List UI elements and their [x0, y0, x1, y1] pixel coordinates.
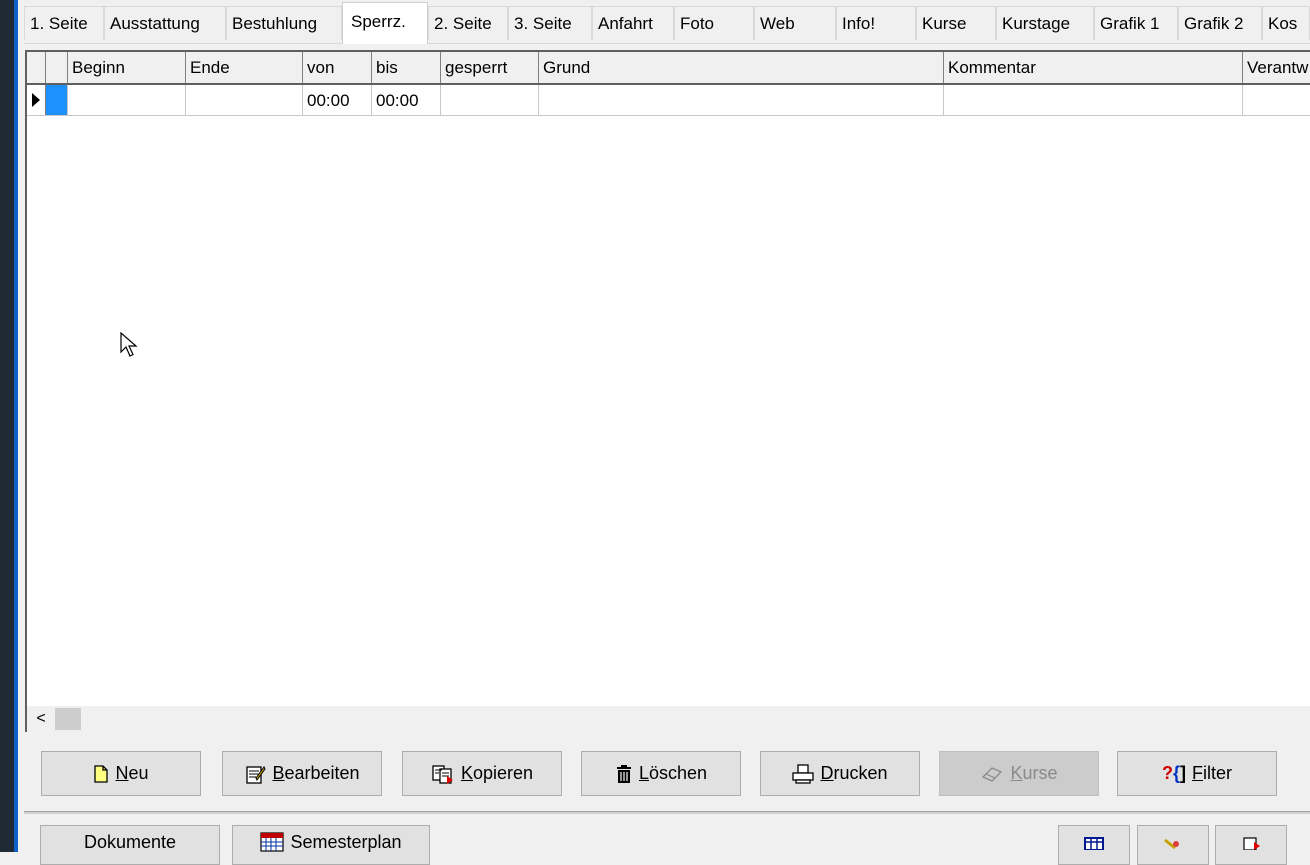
bearbeiten-button-label: Bearbeiten: [272, 763, 360, 783]
cell-ende[interactable]: [186, 85, 303, 115]
tools-icon: [1164, 838, 1179, 850]
tab-grafik-2[interactable]: Grafik 2: [1178, 6, 1262, 40]
printer-icon: [792, 763, 815, 784]
selected-cell[interactable]: [46, 85, 68, 115]
dokumente-button-label: Dokumente: [83, 832, 177, 852]
kopieren-button[interactable]: Kopieren: [402, 751, 562, 796]
cell-kommentar[interactable]: [944, 85, 1243, 115]
column-header-gesperrt[interactable]: gesperrt: [441, 52, 539, 83]
sperrzeiten-grid[interactable]: Beginn Ende von bis gesperrt Grund Komme…: [25, 50, 1310, 732]
column-header-ende[interactable]: Ende: [186, 52, 303, 83]
column-header-verantwortlich[interactable]: Verantw: [1243, 52, 1310, 83]
tab-foto[interactable]: Foto: [674, 6, 754, 40]
eraser-icon: [982, 766, 1003, 782]
kurse-button-label: Kurse: [1010, 763, 1058, 783]
column-header-bis[interactable]: bis: [372, 52, 441, 83]
mouse-cursor-icon: [120, 332, 138, 357]
button-separator: [24, 811, 1310, 814]
cell-von[interactable]: 00:00: [303, 85, 372, 115]
cell-beginn[interactable]: [68, 85, 186, 115]
neu-button-label: Neu: [115, 763, 149, 783]
tab-kosten[interactable]: Kos: [1262, 6, 1310, 40]
column-header-von[interactable]: von: [303, 52, 372, 83]
cell-grund[interactable]: [539, 85, 944, 115]
tab-bestuhlung[interactable]: Bestuhlung: [226, 6, 342, 40]
table-row[interactable]: 00:00 00:00: [27, 85, 1310, 116]
filter-button-label: Filter: [1192, 763, 1233, 783]
tab-sperrz[interactable]: Sperrz.: [342, 2, 428, 44]
tab-1-seite[interactable]: 1. Seite: [24, 6, 104, 40]
loeschen-button-label: Löschen: [638, 763, 708, 783]
drucken-button[interactable]: Drucken: [760, 751, 920, 796]
new-document-icon: [94, 764, 109, 783]
neu-button[interactable]: Neu: [41, 751, 201, 796]
loeschen-button[interactable]: Löschen: [581, 751, 741, 796]
semesterplan-button[interactable]: Semesterplan: [232, 825, 430, 865]
cell-verantwortlich[interactable]: [1243, 85, 1310, 115]
kurse-button[interactable]: Kurse: [939, 751, 1099, 796]
grid-header: Beginn Ende von bis gesperrt Grund Komme…: [27, 52, 1310, 85]
column-header-beginn[interactable]: Beginn: [68, 52, 186, 83]
tab-anfahrt[interactable]: Anfahrt: [592, 6, 674, 40]
scroll-thumb[interactable]: [55, 708, 81, 730]
calendar-icon: [260, 832, 285, 852]
tab-kurse[interactable]: Kurse: [916, 6, 996, 40]
column-header-grund[interactable]: Grund: [539, 52, 944, 83]
current-row-indicator: [27, 85, 46, 115]
horizontal-scrollbar[interactable]: <: [27, 706, 1310, 732]
tab-web[interactable]: Web: [754, 6, 836, 40]
export-button[interactable]: [1215, 825, 1287, 865]
tab-strip-baseline: [24, 43, 1310, 44]
window-accent-border: [14, 0, 18, 852]
bearbeiten-button[interactable]: Bearbeiten: [222, 751, 382, 796]
cell-bis[interactable]: 00:00: [372, 85, 441, 115]
document-export-icon: [1243, 837, 1260, 850]
table-icon: [1084, 837, 1104, 850]
tab-3-seite[interactable]: 3. Seite: [508, 6, 592, 40]
scroll-left-icon[interactable]: <: [31, 708, 51, 730]
tab-info[interactable]: Info!: [836, 6, 916, 40]
copy-icon: [432, 764, 453, 784]
row-pointer-icon: [32, 93, 40, 107]
header-indicator-cell: [27, 52, 46, 83]
cell-gesperrt[interactable]: [441, 85, 539, 115]
column-header-kommentar[interactable]: Kommentar: [944, 52, 1243, 83]
tab-kurstage[interactable]: Kurstage: [996, 6, 1094, 40]
kopieren-button-label: Kopieren: [460, 763, 534, 783]
trash-icon: [616, 764, 631, 783]
filter-icon: ?{]: [1161, 763, 1186, 783]
grid-view-button[interactable]: [1058, 825, 1130, 865]
tools-button[interactable]: [1137, 825, 1209, 865]
filter-button[interactable]: ?{] Filter: [1117, 751, 1277, 796]
drucken-button-label: Drucken: [820, 763, 888, 783]
edit-document-icon: [246, 765, 267, 784]
tab-2-seite[interactable]: 2. Seite: [428, 6, 508, 40]
dokumente-button[interactable]: Dokumente: [40, 825, 220, 865]
tab-ausstattung[interactable]: Ausstattung: [104, 6, 226, 40]
header-select-cell: [46, 52, 68, 83]
tab-grafik-1[interactable]: Grafik 1: [1094, 6, 1178, 40]
semesterplan-button-label: Semesterplan: [290, 832, 402, 852]
